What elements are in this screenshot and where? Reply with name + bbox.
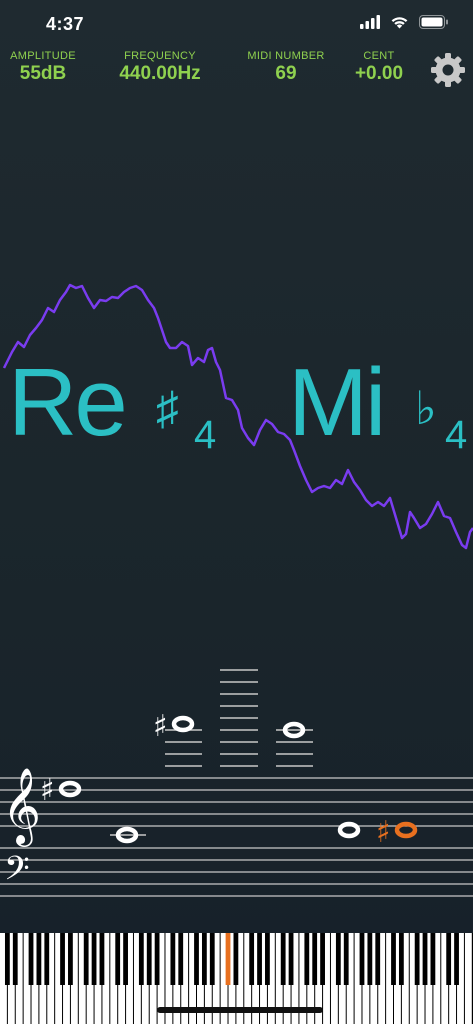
piano-black-key[interactable] (454, 933, 459, 985)
frequency-label: FREQUENCY (124, 50, 196, 62)
piano-black-key[interactable] (398, 933, 404, 985)
midi-value: 69 (275, 63, 297, 84)
ledger-lines (110, 669, 313, 836)
piano-black-key[interactable] (422, 933, 428, 985)
staff-notation: 𝄞 𝄢 ♯ ♯ ♯ (0, 669, 473, 897)
note-names: Re ♯ 4 Mi ♭ 4 (0, 355, 473, 465)
bass-clef: 𝄢 (4, 850, 30, 896)
status-bar: 4:37 (0, 0, 473, 46)
frequency-metric: FREQUENCY 440.00Hz (110, 50, 210, 85)
piano-black-key[interactable] (391, 933, 396, 985)
piano-black-key[interactable] (36, 933, 42, 985)
piano-black-key[interactable] (28, 933, 34, 985)
piano-black-key[interactable] (154, 933, 160, 985)
piano-black-key[interactable] (91, 933, 97, 985)
piano-black-key[interactable] (146, 933, 152, 985)
sharp-sign: ♯ (153, 709, 168, 744)
bass-staff (0, 847, 473, 897)
secondary-note-octave: 4 (445, 413, 468, 457)
whole-note (171, 715, 195, 733)
sharp-sign: ♯ (40, 773, 55, 808)
piano-black-key[interactable] (288, 933, 294, 985)
settings-button[interactable] (430, 52, 466, 88)
piano-black-key[interactable] (265, 933, 270, 985)
home-indicator (157, 1007, 323, 1013)
piano-black-key[interactable] (209, 933, 215, 985)
piano-black-key[interactable] (178, 933, 184, 985)
piano-black-key[interactable] (12, 933, 18, 985)
tuner-screen: 4:37 AMPLITUDE 55dB FREQUENCY 440.00Hz M… (0, 0, 473, 1024)
whole-note (58, 780, 82, 798)
piano-black-key[interactable] (83, 933, 89, 985)
piano-black-key[interactable] (60, 933, 65, 985)
piano-black-key[interactable] (249, 933, 255, 985)
piano-black-key[interactable] (138, 933, 144, 985)
sharp-sign-highlight: ♯ (376, 815, 391, 850)
primary-note-name: Re (8, 349, 128, 456)
status-time: 4:37 (46, 14, 85, 34)
piano-black-key[interactable] (194, 933, 199, 985)
whole-note-highlight (394, 821, 418, 839)
piano-white-key[interactable] (464, 933, 472, 1024)
piano-black-key[interactable] (367, 933, 373, 985)
piano-black-key[interactable] (335, 933, 341, 985)
status-icons (360, 15, 449, 29)
piano-black-key[interactable] (68, 933, 73, 985)
frequency-value: 440.00Hz (119, 63, 201, 84)
treble-clef: 𝄞 (2, 767, 41, 847)
note-group: ♯ ♯ (40, 709, 361, 844)
amplitude-value: 55dB (19, 63, 67, 84)
piano-black-key[interactable] (99, 933, 105, 985)
piano-black-key[interactable] (170, 933, 176, 985)
cent-metric: CENT +0.00 (344, 50, 414, 85)
midi-label: MIDI NUMBER (247, 50, 325, 62)
piano-black-key[interactable] (233, 933, 239, 985)
primary-note-sharp: ♯ (156, 382, 179, 434)
piano-black-key[interactable] (123, 933, 128, 985)
piano-black-key[interactable] (115, 933, 121, 985)
piano-black-key[interactable] (375, 933, 381, 985)
metrics-bar: AMPLITUDE 55dB FREQUENCY 440.00Hz MIDI N… (0, 50, 473, 90)
cent-value: +0.00 (354, 63, 404, 84)
secondary-note-name: Mi (288, 349, 386, 456)
piano-black-key[interactable] (304, 933, 310, 985)
secondary-note-flat: ♭ (415, 382, 437, 434)
piano-black-key[interactable] (446, 933, 452, 985)
wifi-icon (391, 17, 408, 29)
piano-black-key[interactable] (414, 933, 420, 985)
piano-black-key[interactable] (280, 933, 286, 985)
piano-black-key[interactable] (343, 933, 349, 985)
piano-black-key[interactable] (312, 933, 318, 985)
whole-note (337, 821, 361, 839)
signal-icon (360, 15, 380, 29)
piano-black-key[interactable] (359, 933, 365, 985)
piano-black-key-active[interactable] (225, 933, 231, 985)
amplitude-metric: AMPLITUDE 55dB (2, 50, 84, 85)
piano-black-key[interactable] (257, 933, 262, 985)
midi-metric: MIDI NUMBER 69 (241, 50, 331, 85)
battery-icon (419, 15, 448, 29)
primary-note-octave: 4 (194, 413, 217, 457)
piano-black-key[interactable] (430, 933, 436, 985)
piano-black-key[interactable] (320, 933, 325, 985)
piano-black-key[interactable] (44, 933, 50, 985)
gear-icon (431, 53, 465, 87)
piano-black-key[interactable] (4, 933, 10, 985)
amplitude-label: AMPLITUDE (10, 50, 76, 62)
piano-black-key[interactable] (201, 933, 207, 985)
cent-label: CENT (363, 50, 395, 62)
